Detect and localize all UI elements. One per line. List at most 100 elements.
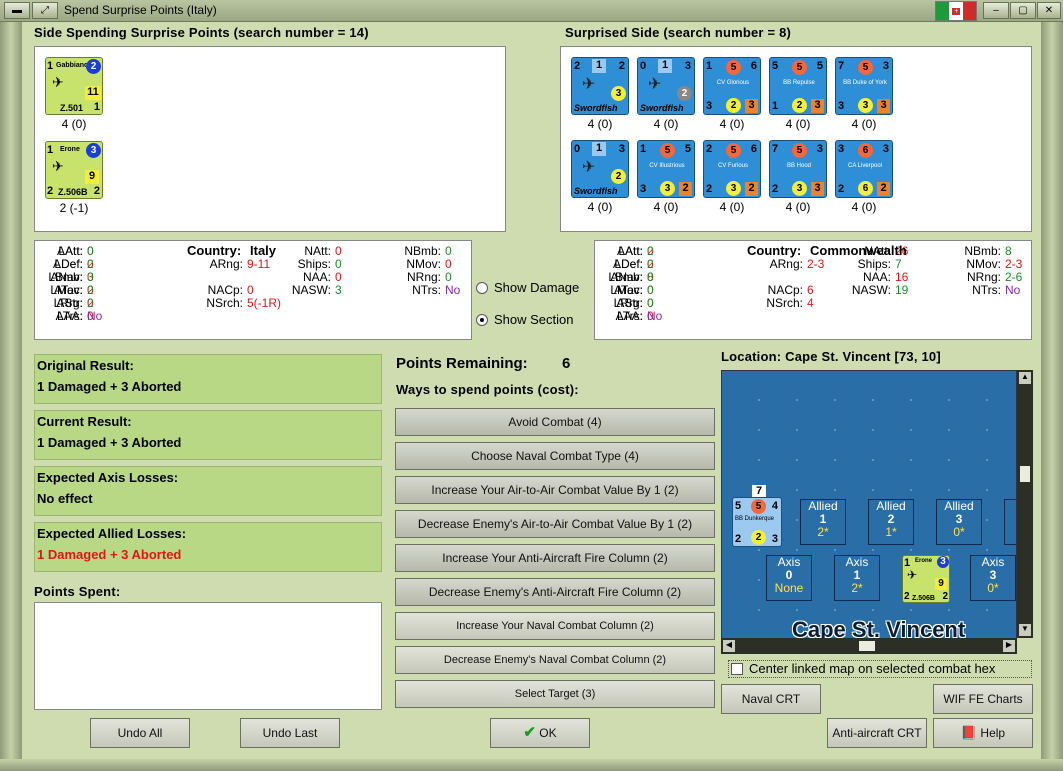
counter-attack: 7 [838,60,845,72]
scroll-left-icon[interactable]: ◀ [723,640,735,652]
system-menu-icon[interactable]: ▬ [4,2,30,19]
unit-counter-erone[interactable]: 1 Erone 3 ✈ 9 2 Z.506B 2 [45,141,103,199]
counter-name: Swordfish [640,103,684,113]
scroll-right-icon[interactable]: ▶ [1003,640,1015,652]
spend-option-button[interactable]: Avoid Combat (4) [395,408,715,436]
allied-box-1[interactable]: Allied 1 2* [800,499,846,545]
scroll-down-icon[interactable]: ▼ [1019,624,1031,636]
unit-counter-gabbiano[interactable]: 1 Gabbiano 2 ✈ 11 Z.501 1 [45,57,103,115]
allied-box-2[interactable]: Allied 2 1* [868,499,914,545]
counter-name: CV Illustrious [649,163,685,169]
counter-type: Z.506B [58,187,88,197]
italy-flag-icon: + [935,1,977,21]
stat-label: NTrs: [412,283,441,297]
surprised-header: Surprised Side (search number = 8) [565,25,792,40]
unit-counter-cv-furious[interactable]: 2 5 6 CV Furious 2 3 2 [703,140,761,198]
spend-option-button[interactable]: Decrease Enemy's Naval Combat Column (2) [395,646,715,674]
counter-number: 2 [679,182,692,196]
show-damage-option[interactable]: Show Damage [476,279,590,299]
undo-all-button[interactable]: Undo All [90,718,190,748]
counter-value: 11 [85,86,101,100]
counter-attack: 0 [640,60,647,72]
counter-move: 2 [618,60,625,72]
stat-value: 9-11 [247,257,271,271]
spend-option-button[interactable]: Decrease Enemy's Air-to-Air Combat Value… [395,510,715,538]
counter-move: 6 [750,143,757,155]
counter-name: Swordfish [574,103,618,113]
allied-box-partial [1004,499,1016,545]
spend-option-button[interactable]: Increase Your Air-to-Air Combat Value By… [395,476,715,504]
counter-name: BB Dunkerque [735,516,775,522]
help-button[interactable]: 📕 Help [933,718,1033,748]
counter-defense: 5 [792,60,807,75]
scroll-up-icon[interactable]: ▲ [1019,372,1031,384]
counter-move: 3 [882,60,889,72]
spend-option-button[interactable]: Increase Your Naval Combat Column (2) [395,612,715,640]
counter-name: BB Duke of York [843,80,887,86]
stat-label: NSrch: [766,296,803,310]
box-value: None [774,581,804,595]
show-damage-label: Show Damage [494,280,580,295]
map-unit-erone[interactable]: 1 Erone 3 ✈ 9 2 Z.506B 2 [902,555,950,603]
location-map[interactable]: 7 5 5 4 BB Dunkerque 2 2 3 Allied 1 2* All… [721,370,1017,642]
original-result-value: 1 Damaged + 3 Aborted [37,379,182,394]
spend-option-button[interactable]: Choose Naval Combat Type (4) [395,442,715,470]
unit-counter-bb-hood[interactable]: 7 5 3 BB Hood 2 3 3 [769,140,827,198]
help-book-icon: 📕 [960,725,978,740]
scroll-thumb[interactable] [1020,466,1030,482]
spend-option-button[interactable]: Decrease Enemy's Anti-Aircraft Fire Colu… [395,578,715,606]
unit-counter-cv-illustrious[interactable]: 1 5 5 CV Illustrious 3 3 2 [637,140,695,198]
axis-box-3[interactable]: Axis 3 0* [970,555,1016,601]
counter-number: 3 [877,99,890,113]
counter-move: 6 [750,60,757,72]
ok-button[interactable]: ✔ OK [490,718,590,748]
spend-option-button[interactable]: Select Target (3) [395,680,715,708]
window-frame-left [0,22,22,771]
show-section-option[interactable]: Show Section [476,311,590,331]
close-icon[interactable]: ✕ [1037,2,1061,19]
unit-counter-swordfish[interactable]: 2 1 2 ✈ 3 Swordfish [571,57,629,115]
minimize-icon[interactable]: – [983,2,1009,19]
unit-counter-swordfish[interactable]: 0 1 3 ✈ 2 Swordfish [571,140,629,198]
naval-crt-button[interactable]: Naval CRT [721,684,821,714]
unit-counter-cv-glorious[interactable]: 1 5 6 CV Glorious 3 2 3 [703,57,761,115]
spend-option-button[interactable]: Increase Your Anti-Aircraft Fire Column … [395,544,715,572]
map-horizontal-scrollbar[interactable]: ◀ ▶ [721,638,1017,654]
counter-aa: 3 [838,100,845,112]
show-damage-radio[interactable] [476,282,488,294]
scroll-thumb[interactable] [859,641,875,651]
box-value: 2* [817,525,829,539]
counter-defense: 2 [86,59,101,74]
points-spent-list[interactable] [34,602,382,710]
counter-aa: 2 [735,533,742,545]
maximize-icon[interactable]: ▢ [1010,2,1036,19]
allied-box-3[interactable]: Allied 3 0* [936,499,982,545]
unit-counter-bb-duke-of-york[interactable]: 7 5 3 BB Duke of York 3 3 3 [835,57,893,115]
undo-last-button[interactable]: Undo Last [240,718,340,748]
show-section-label: Show Section [494,312,574,327]
unit-counter-bb-dunkerque[interactable]: 5 5 4 BB Dunkerque 2 2 3 [732,497,782,547]
restore-icon[interactable]: ⤢ [32,2,58,19]
center-linked-checkbox[interactable] [731,663,743,675]
counter-range: 3 [660,181,675,196]
unit-counter-bb-repulse[interactable]: 5 5 5 BB Repulse 1 2 3 [769,57,827,115]
stats-panel-left: LAtt: 0 AAtt: 0 NAtt: 0 NBmb: 0 LDef: 0 ADef: 2 ARng… [34,240,472,340]
wif-fe-charts-button[interactable]: WIF FE Charts [933,684,1033,714]
seaplane-icon: ✈ [907,568,918,582]
stat-label: ARng: [209,257,243,271]
unit-counter-ca-liverpool[interactable]: 3 6 3 CA Liverpool 2 6 2 [835,140,893,198]
current-result-box: Current Result: 1 Damaged + 3 Aborted [34,410,382,460]
center-linked-option[interactable]: Center linked map on selected combat hex [728,660,1032,678]
counter-defense: 6 [858,143,873,158]
show-section-radio[interactable] [476,314,488,326]
counter-move: 3 [816,143,823,155]
axis-box-0[interactable]: Axis 0 None [766,555,812,601]
unit-counter-swordfish[interactable]: 0 1 3 ✈ 2 Swordfish [637,57,695,115]
anti-aircraft-crt-button[interactable]: Anti-aircraft CRT [827,718,927,748]
spending-header: Side Spending Surprise Points (search nu… [34,25,369,40]
unit-caption: 4 (0) [653,117,679,131]
axis-box-1[interactable]: Axis 1 2* [834,555,880,601]
counter-name: Swordfish [574,186,618,196]
country-value: Italy [250,243,277,258]
map-vertical-scrollbar[interactable]: ▲ ▼ [1017,370,1033,638]
